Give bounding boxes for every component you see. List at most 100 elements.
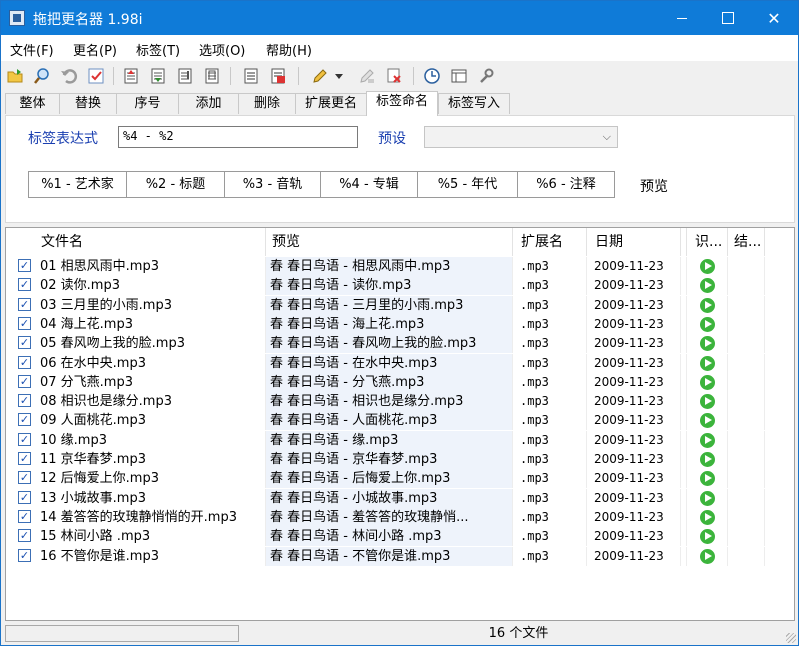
clock-icon[interactable]	[422, 66, 442, 86]
row-checkbox[interactable]: ✓	[18, 490, 31, 504]
tag-button-title[interactable]: %2 - 标题	[126, 171, 225, 198]
dropdown-icon[interactable]	[333, 66, 345, 86]
row-checkbox[interactable]: ✓	[18, 548, 31, 562]
row-extension: .mp3	[513, 507, 587, 527]
row-checkbox[interactable]: ✓	[18, 355, 31, 369]
table-row[interactable]: ✓ 10 缘.mp3 春 春日鸟语 - 缘.mp3 .mp3 2009-11-23	[6, 430, 794, 450]
column-header-status[interactable]: 识...	[687, 228, 728, 256]
table-row[interactable]: ✓ 16 不管你是谁.mp3 春 春日鸟语 - 不管你是谁.mp3 .mp3 2009-…	[6, 546, 794, 566]
tab-replace[interactable]: 替换	[59, 93, 117, 114]
menu-help[interactable]: 帮助(H)	[266, 40, 312, 59]
table-row[interactable]: ✓ 01 相思风雨中.mp3 春 春日鸟语 - 相思风雨中.mp3 .mp3 2009-…	[6, 257, 794, 276]
column-header-preview[interactable]: 预览	[266, 228, 513, 256]
check-icon[interactable]	[86, 66, 106, 86]
settings-icon[interactable]	[476, 66, 496, 86]
move-bottom-icon[interactable]	[202, 66, 222, 86]
tab-overall[interactable]: 整体	[5, 93, 60, 114]
tag-button-album[interactable]: %4 - 专辑	[320, 171, 418, 198]
tag-button-artist[interactable]: %1 - 艺术家	[28, 171, 127, 198]
row-filename: 16 不管你是谁.mp3	[38, 546, 266, 566]
tab-tag-write[interactable]: 标签写入	[438, 93, 510, 114]
row-result	[728, 353, 765, 373]
preset-select[interactable]: ⌵	[424, 126, 618, 148]
remove-icon[interactable]	[384, 66, 404, 86]
row-checkbox[interactable]: ✓	[18, 278, 31, 292]
table-row[interactable]: ✓ 03 三月里的小雨.mp3 春 春日鸟语 - 三月里的小雨.mp3 .mp3 200…	[6, 295, 794, 315]
column-header-date[interactable]: 日期	[587, 228, 681, 256]
move-down-icon[interactable]	[148, 66, 168, 86]
undo-icon[interactable]	[59, 66, 79, 86]
tab-add[interactable]: 添加	[178, 93, 239, 114]
row-checkbox[interactable]: ✓	[18, 394, 31, 408]
play-status-icon	[700, 259, 715, 274]
add-files-icon[interactable]	[5, 66, 25, 86]
tab-extension-rename[interactable]: 扩展更名	[295, 93, 367, 114]
row-result	[728, 392, 765, 412]
search-icon[interactable]	[32, 66, 52, 86]
row-checkbox[interactable]: ✓	[18, 259, 31, 272]
table-row[interactable]: ✓ 07 分飞燕.mp3 春 春日鸟语 - 分飞燕.mp3 .mp3 2009-11-2…	[6, 372, 794, 392]
tag-button-track[interactable]: %3 - 音轨	[224, 171, 321, 198]
table-row[interactable]: ✓ 08 相识也是缘分.mp3 春 春日鸟语 - 相识也是缘分.mp3 .mp3 200…	[6, 392, 794, 412]
tag-expression-label: 标签表达式	[28, 131, 98, 147]
row-preview: 春 春日鸟语 - 相识也是缘分.mp3	[266, 392, 513, 412]
tag-expression-input[interactable]: %4 - %2	[118, 126, 358, 148]
resize-grip-icon[interactable]	[786, 633, 796, 643]
window-icon[interactable]	[449, 66, 469, 86]
column-header-extension[interactable]: 扩展名	[513, 228, 587, 256]
row-checkbox[interactable]: ✓	[18, 413, 31, 427]
move-top-icon[interactable]	[175, 66, 195, 86]
row-checkbox[interactable]: ✓	[18, 336, 31, 350]
table-row[interactable]: ✓ 02 读你.mp3 春 春日鸟语 - 读你.mp3 .mp3 2009-11-23	[6, 276, 794, 296]
menu-tags[interactable]: 标签(T)	[136, 40, 180, 59]
list-icon[interactable]	[241, 66, 261, 86]
row-checkbox[interactable]: ✓	[18, 452, 31, 465]
row-checkbox[interactable]: ✓	[18, 529, 31, 543]
row-checkbox[interactable]: ✓	[18, 374, 31, 388]
filter-icon[interactable]	[357, 66, 377, 86]
tab-tag-naming[interactable]: 标签命名	[366, 91, 438, 116]
row-preview: 春 春日鸟语 - 后悔爱上你.mp3	[266, 469, 513, 489]
menu-rename[interactable]: 更名(P)	[73, 40, 117, 59]
table-row[interactable]: ✓ 13 小城故事.mp3 春 春日鸟语 - 小城故事.mp3 .mp3 2009-11…	[6, 488, 794, 508]
tag-button-comment[interactable]: %6 - 注释	[517, 171, 615, 198]
file-list[interactable]: 文件名 预览 扩展名 日期 识... 结... ✓ 01 相思风雨中.mp3 春 春…	[5, 227, 795, 621]
table-row[interactable]: ✓ 14 羞答答的玫瑰静悄悄的开.mp3 春 春日鸟语 - 羞答答的玫瑰静悄....…	[6, 507, 794, 527]
play-status-icon	[700, 529, 715, 545]
row-checkbox[interactable]: ✓	[18, 432, 31, 446]
table-row[interactable]: ✓ 11 京华春梦.mp3 春 春日鸟语 - 京华春梦.mp3 .mp3 2009-11…	[6, 450, 794, 469]
table-row[interactable]: ✓ 05 春风吻上我的脸.mp3 春 春日鸟语 - 春风吻上我的脸.mp3 .mp3 2…	[6, 334, 794, 354]
table-row[interactable]: ✓ 06 在水中央.mp3 春 春日鸟语 - 在水中央.mp3 .mp3 2009-11…	[6, 353, 794, 373]
table-row[interactable]: ✓ 15 林间小路 .mp3 春 春日鸟语 - 林间小路 .mp3 .mp3 2009-…	[6, 527, 794, 547]
close-button[interactable]: ✕	[751, 1, 797, 35]
tab-delete[interactable]: 删除	[238, 93, 296, 114]
play-status-icon	[700, 432, 715, 448]
tab-strip: 整体 替换 序号 添加 删除 扩展更名 标签命名 标签写入	[1, 91, 798, 116]
row-checkbox[interactable]: ✓	[18, 471, 31, 485]
table-row[interactable]: ✓ 12 后悔爱上你.mp3 春 春日鸟语 - 后悔爱上你.mp3 .mp3 2009-…	[6, 469, 794, 489]
menu-file[interactable]: 文件(F)	[10, 40, 54, 59]
row-date: 2009-11-23	[587, 507, 681, 527]
row-extension: .mp3	[513, 372, 587, 392]
move-up-icon[interactable]	[121, 66, 141, 86]
clear-list-icon[interactable]	[268, 66, 288, 86]
minimize-button[interactable]	[659, 1, 705, 35]
row-date: 2009-11-23	[587, 411, 681, 431]
row-filename: 13 小城故事.mp3	[38, 488, 266, 508]
row-preview: 春 春日鸟语 - 人面桃花.mp3	[266, 411, 513, 431]
column-header-filename[interactable]: 文件名	[32, 228, 266, 256]
tab-sequence[interactable]: 序号	[116, 93, 179, 114]
row-checkbox[interactable]: ✓	[18, 297, 31, 311]
brush-icon[interactable]	[310, 66, 330, 86]
tag-button-year[interactable]: %5 - 年代	[417, 171, 518, 198]
row-result	[728, 430, 765, 450]
column-header-result[interactable]: 结...	[728, 228, 765, 256]
table-row[interactable]: ✓ 04 海上花.mp3 春 春日鸟语 - 海上花.mp3 .mp3 2009-11-2…	[6, 314, 794, 334]
row-checkbox[interactable]: ✓	[18, 509, 31, 523]
maximize-button[interactable]	[705, 1, 751, 35]
play-status-icon	[700, 394, 715, 410]
row-checkbox[interactable]: ✓	[18, 316, 31, 330]
table-row[interactable]: ✓ 09 人面桃花.mp3 春 春日鸟语 - 人面桃花.mp3 .mp3 2009-11…	[6, 411, 794, 431]
row-extension: .mp3	[513, 546, 587, 566]
menu-options[interactable]: 选项(O)	[199, 40, 245, 59]
